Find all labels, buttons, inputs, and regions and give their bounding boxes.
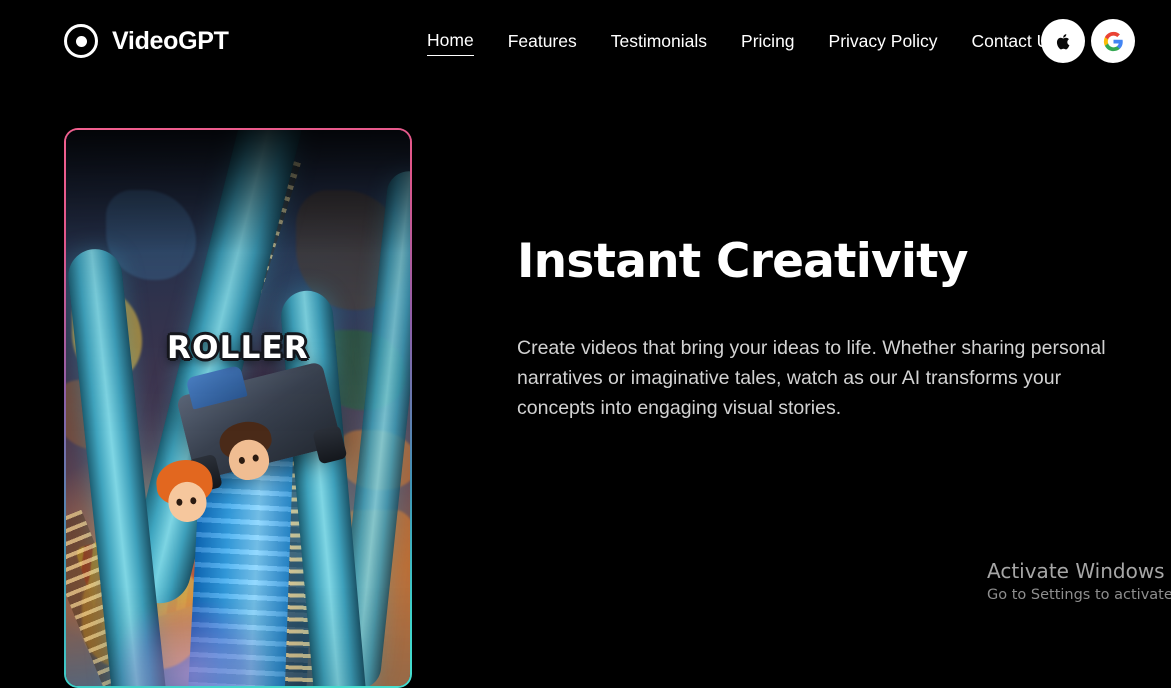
rollercoaster-scene-illustration	[66, 130, 410, 686]
windows-activation-watermark: Activate Windows Go to Settings to activ…	[987, 558, 1171, 603]
video-caption-text: ROLLER	[167, 330, 309, 366]
apple-signin-button[interactable]	[1041, 19, 1085, 63]
main-navigation: Home Features Testimonials Pricing Priva…	[427, 29, 1058, 56]
watermark-subtitle: Go to Settings to activate Windows.	[987, 587, 1171, 603]
google-signin-button[interactable]	[1091, 19, 1135, 63]
watermark-title: Activate Windows	[987, 559, 1165, 583]
nav-item-testimonials[interactable]: Testimonials	[611, 30, 707, 56]
hero-description: Create videos that bring your ideas to l…	[517, 336, 1106, 420]
google-icon	[1103, 31, 1123, 51]
video-thumbnail[interactable]: ROLLER	[66, 130, 410, 686]
auth-buttons	[1041, 19, 1135, 63]
nav-item-pricing[interactable]: Pricing	[741, 30, 795, 56]
circle-dot-icon	[64, 24, 98, 58]
nav-item-features[interactable]: Features	[508, 30, 577, 56]
nav-item-privacy-policy[interactable]: Privacy Policy	[829, 30, 938, 56]
nav-item-home[interactable]: Home	[427, 29, 474, 56]
scene-overlay	[66, 130, 410, 686]
brand-logo[interactable]: VideoGPT	[64, 24, 229, 58]
hero-video-card[interactable]: ROLLER	[64, 128, 412, 688]
logo-inner-dot	[75, 35, 87, 47]
site-header: VideoGPT Home Features Testimonials Pric…	[0, 0, 1171, 82]
hero-section: Instant Creativity Create videos that br…	[517, 234, 1117, 423]
apple-icon	[1056, 33, 1069, 49]
brand-name: VideoGPT	[112, 26, 229, 55]
hero-title: Instant Creativity	[517, 234, 969, 289]
